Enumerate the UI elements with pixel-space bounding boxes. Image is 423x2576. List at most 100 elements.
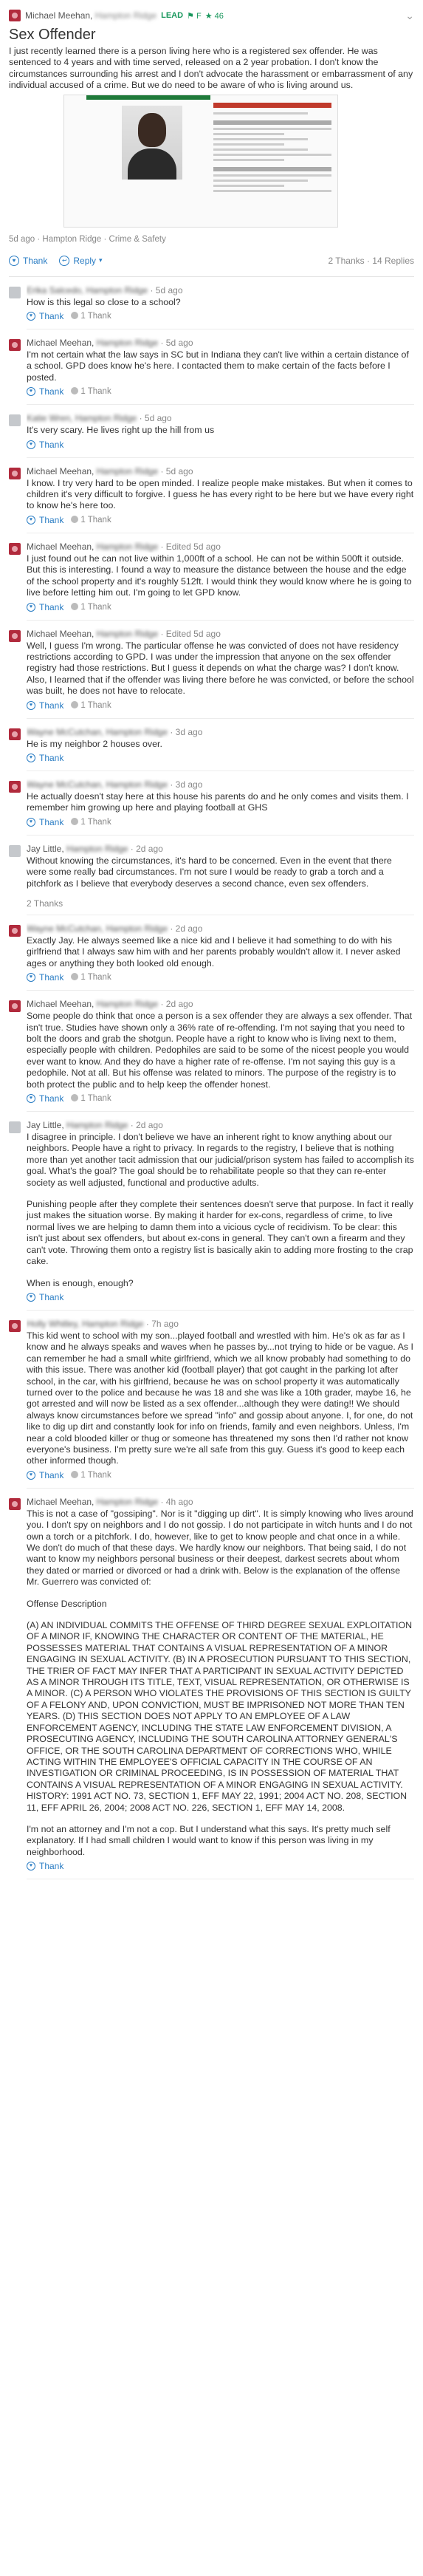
thank-count[interactable]: 1 Thank (71, 515, 111, 525)
thank-button[interactable]: ♥ Thank (27, 972, 63, 983)
reply-author[interactable]: Jay Little, (27, 1120, 64, 1130)
reply-avatar[interactable] (9, 286, 21, 298)
thank-button[interactable]: ♥ Thank (27, 386, 63, 397)
reply-neighborhood[interactable]: Hampton Ridge (97, 466, 158, 476)
reply-author[interactable]: Wayne McCutchan, (27, 727, 103, 737)
reply-paragraph: I'm not an attorney and I'm not a cop. B… (27, 1823, 391, 1857)
reply-avatar[interactable] (9, 629, 21, 642)
reply-author[interactable]: Erika Salcedo, (27, 285, 83, 295)
thank-icon: ♥ (27, 1470, 35, 1480)
thank-button[interactable]: ♥ Thank (27, 1292, 63, 1302)
thank-count[interactable]: 1 Thank (71, 602, 111, 612)
reply-avatar[interactable] (9, 844, 21, 857)
chevron-down-icon[interactable]: ⌄ (405, 10, 414, 22)
thank-icon: ♥ (27, 753, 35, 762)
reply-item: Wayne McCutchan, Hampton Ridge · 2d ago E… (0, 915, 423, 991)
thank-count[interactable]: 1 Thank (71, 312, 111, 321)
reply-header: Michael Meehan, Hampton Ridge · Edited 5… (27, 628, 414, 640)
reply-content: Wayne McCutchan, Hampton Ridge · 3d ago H… (27, 726, 414, 771)
reply-neighborhood[interactable]: Hampton Ridge (66, 1120, 128, 1130)
post-author[interactable]: Michael Meehan, (25, 10, 92, 21)
divider (27, 1487, 414, 1489)
reply-list: Erika Salcedo, Hampton Ridge · 5d ago How… (0, 277, 423, 1880)
reply-neighborhood[interactable]: Hampton Ridge (97, 629, 158, 639)
reply-author[interactable]: Michael Meehan, (27, 999, 94, 1009)
reply-neighborhood[interactable]: Hampton Ridge (97, 1497, 158, 1507)
reply-avatar[interactable] (9, 467, 21, 479)
thank-button[interactable]: ♥ Thank (27, 700, 63, 711)
thank-button[interactable]: ♥ Thank (27, 1861, 63, 1871)
reply-avatar[interactable] (9, 414, 21, 427)
reply-neighborhood[interactable]: Hampton Ridge (66, 844, 128, 854)
author-avatar[interactable] (9, 10, 21, 21)
thank-count[interactable]: 1 Thank (71, 1094, 111, 1103)
reply-actions: ♥ Thank 1 Thank (27, 385, 414, 398)
reply-neighborhood[interactable]: Hampton Ridge (97, 541, 158, 552)
reply-neighborhood[interactable]: Hampton Ridge (97, 999, 158, 1009)
reply-avatar[interactable] (9, 1000, 21, 1013)
reply-time: · 5d ago (139, 413, 172, 424)
thank-button[interactable]: ♥ Thank (27, 1470, 63, 1480)
thank-button[interactable]: ♥ Thank (27, 311, 63, 321)
reply-author[interactable]: Michael Meehan, (27, 1497, 94, 1507)
reply-avatar[interactable] (9, 542, 21, 555)
reply-avatar[interactable] (9, 780, 21, 793)
reply-neighborhood[interactable]: Hampton Ridge (106, 727, 168, 737)
reply-content: Jay Little, Hampton Ridge · 2d ago I disa… (27, 1119, 414, 1311)
reply-content: Michael Meehan, Hampton Ridge · 2d ago So… (27, 998, 414, 1113)
reply-button[interactable]: ↩ Reply ▾ (59, 255, 103, 266)
reply-author[interactable]: Michael Meehan, (27, 338, 94, 348)
reply-neighborhood[interactable]: Hampton Ridge (75, 413, 137, 423)
thank-button[interactable]: ♥ Thank (27, 515, 63, 525)
reply-author[interactable]: Wayne McCutchan, (27, 779, 103, 790)
reply-avatar[interactable] (9, 1121, 21, 1134)
mugshot-image[interactable] (63, 94, 338, 228)
thank-count[interactable]: 1 Thank (71, 1470, 111, 1480)
thank-count[interactable]: 1 Thank (71, 387, 111, 396)
reply-avatar[interactable] (9, 728, 21, 740)
thank-button[interactable]: ♥ Thank (27, 1093, 63, 1104)
reply-author[interactable]: Michael Meehan, (27, 466, 94, 476)
thank-button[interactable]: ♥ Thank (27, 753, 63, 763)
reply-author[interactable]: Wayne McCutchan, (27, 923, 103, 934)
mugshot-header-bar (86, 95, 210, 100)
thanks-count[interactable]: 2 Thanks (27, 898, 414, 909)
reply-avatar[interactable] (9, 924, 21, 937)
reply-time: · 2d ago (130, 843, 163, 854)
thank-count-icon (71, 1094, 79, 1102)
reply-text: Exactly Jay. He always seemed like a nic… (27, 935, 401, 968)
reply-author[interactable]: Katie Wren, (27, 413, 72, 423)
reply-neighborhood[interactable]: Hampton Ridge (86, 285, 148, 295)
thank-count[interactable]: 1 Thank (71, 973, 111, 982)
thank-button[interactable]: ♥ Thank (27, 440, 63, 450)
reply-neighborhood[interactable]: Hampton Ridge (106, 779, 168, 790)
reply-text: Without knowing the circumstances, it's … (27, 855, 392, 889)
reply-avatar[interactable] (9, 1497, 21, 1510)
reply-neighborhood[interactable]: Hampton Ridge (82, 1319, 143, 1329)
thank-button[interactable]: ♥ Thank (27, 602, 63, 612)
reply-author[interactable]: Michael Meehan, (27, 629, 94, 639)
reply-neighborhood[interactable]: Hampton Ridge (106, 923, 168, 934)
thank-count-icon (71, 817, 79, 825)
reply-avatar[interactable] (9, 339, 21, 352)
thank-button[interactable]: ♥ Thank (9, 255, 47, 266)
chevron-down-icon: ▾ (99, 256, 103, 264)
reply-header: Michael Meehan, Hampton Ridge · 5d ago (27, 465, 414, 477)
reply-avatar[interactable] (9, 1319, 21, 1332)
reply-paragraph: (A) AN INDIVIDUAL COMMITS THE OFFENSE OF… (27, 1620, 413, 1813)
reply-author[interactable]: Holly Whitley, (27, 1319, 80, 1329)
reply-time: · 3d ago (170, 726, 203, 737)
reply-text: I just found out he can not live within … (27, 553, 412, 598)
divider (27, 990, 414, 991)
thank-count[interactable]: 1 Thank (71, 700, 111, 710)
reply-header: Katie Wren, Hampton Ridge · 5d ago (27, 412, 414, 424)
post-neighborhood[interactable]: Hampton Ridge (95, 10, 157, 21)
reply-author[interactable]: Jay Little, (27, 844, 64, 854)
thank-count[interactable]: 1 Thank (71, 817, 111, 827)
reply-author[interactable]: Michael Meehan, (27, 541, 94, 552)
reply-text: He actually doesn't stay here at this ho… (27, 790, 409, 813)
post-counts[interactable]: 2 Thanks · 14 Replies (328, 256, 414, 266)
reply-neighborhood[interactable]: Hampton Ridge (97, 338, 158, 348)
thank-button[interactable]: ♥ Thank (27, 817, 63, 827)
divider (27, 619, 414, 621)
